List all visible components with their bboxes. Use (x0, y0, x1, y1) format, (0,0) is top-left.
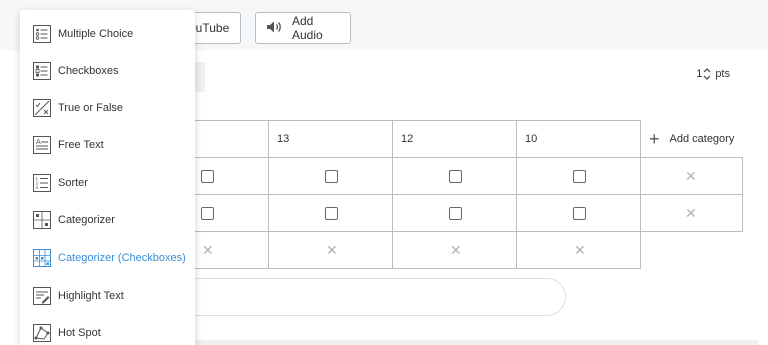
menu-item-label: True or False (58, 102, 124, 114)
menu-item-categorizer-checkboxes[interactable]: Categorizer (Checkboxes) (20, 240, 195, 276)
category-header[interactable]: 10 (516, 120, 641, 158)
points-control: 1 pts (696, 67, 730, 81)
category-label: 10 (525, 133, 538, 145)
grid-cell: ✕ (392, 231, 517, 269)
delete-column-icon[interactable]: ✕ (574, 243, 586, 257)
menu-item-label: Checkboxes (58, 65, 119, 77)
speaker-icon (266, 20, 292, 37)
checkbox[interactable] (573, 170, 586, 183)
menu-item-multiple-choice[interactable]: Multiple Choice (20, 16, 195, 52)
menu-item-sorter[interactable]: 123 Sorter (20, 165, 195, 201)
grid-item-row: ✕ (144, 194, 743, 232)
category-header[interactable]: 12 (392, 120, 517, 158)
delete-column-icon[interactable]: ✕ (450, 243, 462, 257)
add-audio-button[interactable]: Add Audio (255, 12, 351, 44)
highlight-text-icon (33, 287, 51, 305)
category-label: 13 (277, 133, 290, 145)
checkbox[interactable] (325, 170, 338, 183)
checkbox[interactable] (325, 207, 338, 220)
bottom-panel (190, 340, 758, 345)
question-type-menu: Multiple Choice Checkboxes True or False… (20, 10, 195, 345)
menu-item-free-text[interactable]: A Free Text (20, 127, 195, 163)
checkbox[interactable] (201, 170, 214, 183)
grid-cell: ✕ (268, 231, 393, 269)
add-category-label: Add category (669, 132, 735, 145)
menu-item-hot-spot[interactable]: Hot Spot (20, 315, 195, 345)
delete-row-icon[interactable]: ✕ (685, 206, 697, 220)
checkbox[interactable] (201, 207, 214, 220)
category-label: 12 (401, 133, 414, 145)
grid-header-row: 13 12 10 + Add category (144, 120, 743, 158)
add-category-button[interactable]: + Add category (640, 120, 743, 158)
categorizer-grid: 13 12 10 + Add category ✕ ✕ ✕ ✕ ✕ ✕ (144, 120, 743, 269)
checkbox[interactable] (449, 207, 462, 220)
categorizer-icon (33, 211, 51, 229)
grid-cell (516, 157, 641, 195)
grid-cell (392, 157, 517, 195)
points-value[interactable]: 1 (696, 68, 702, 80)
multiple-choice-icon (33, 25, 51, 43)
menu-item-label: Sorter (58, 177, 88, 189)
checkboxes-icon (33, 62, 51, 80)
grid-cell (268, 157, 393, 195)
menu-item-label: Categorizer (Checkboxes) (58, 252, 186, 264)
grid-item-row: ✕ (144, 157, 743, 195)
true-false-icon (33, 99, 51, 117)
free-text-icon: A (33, 136, 51, 154)
points-unit: pts (715, 68, 730, 80)
feedback-input[interactable] (160, 278, 566, 316)
add-youtube-label: ouTube (189, 21, 230, 35)
svg-text:A: A (36, 139, 41, 146)
categorizer-checkboxes-icon (33, 249, 51, 267)
grid-cell (516, 194, 641, 232)
plus-icon: + (649, 128, 660, 149)
grid-delete-row: ✕ ✕ ✕ ✕ (144, 231, 743, 269)
grid-cell: ✕ (640, 194, 743, 232)
delete-column-icon[interactable]: ✕ (202, 243, 214, 257)
menu-item-label: Multiple Choice (58, 28, 134, 40)
sorter-icon: 123 (33, 174, 51, 192)
delete-column-icon[interactable]: ✕ (326, 243, 338, 257)
menu-item-checkboxes[interactable]: Checkboxes (20, 53, 195, 89)
delete-row-icon[interactable]: ✕ (685, 169, 697, 183)
category-header[interactable]: 13 (268, 120, 393, 158)
menu-item-label: Highlight Text (58, 290, 124, 302)
add-audio-label: Add Audio (292, 14, 323, 42)
grid-cell: ✕ (516, 231, 641, 269)
checkbox[interactable] (449, 170, 462, 183)
menu-item-label: Categorizer (58, 214, 115, 226)
menu-item-label: Free Text (58, 139, 104, 151)
hot-spot-icon (33, 324, 51, 342)
grid-cell (392, 194, 517, 232)
points-stepper[interactable] (703, 67, 711, 81)
menu-item-highlight-text[interactable]: Highlight Text (20, 278, 195, 314)
menu-item-true-false[interactable]: True or False (20, 90, 195, 126)
grid-cell (268, 194, 393, 232)
grid-cell-empty (641, 232, 743, 269)
menu-item-categorizer[interactable]: Categorizer (20, 202, 195, 238)
checkbox[interactable] (573, 207, 586, 220)
menu-item-label: Hot Spot (58, 327, 101, 339)
grid-cell: ✕ (640, 157, 743, 195)
